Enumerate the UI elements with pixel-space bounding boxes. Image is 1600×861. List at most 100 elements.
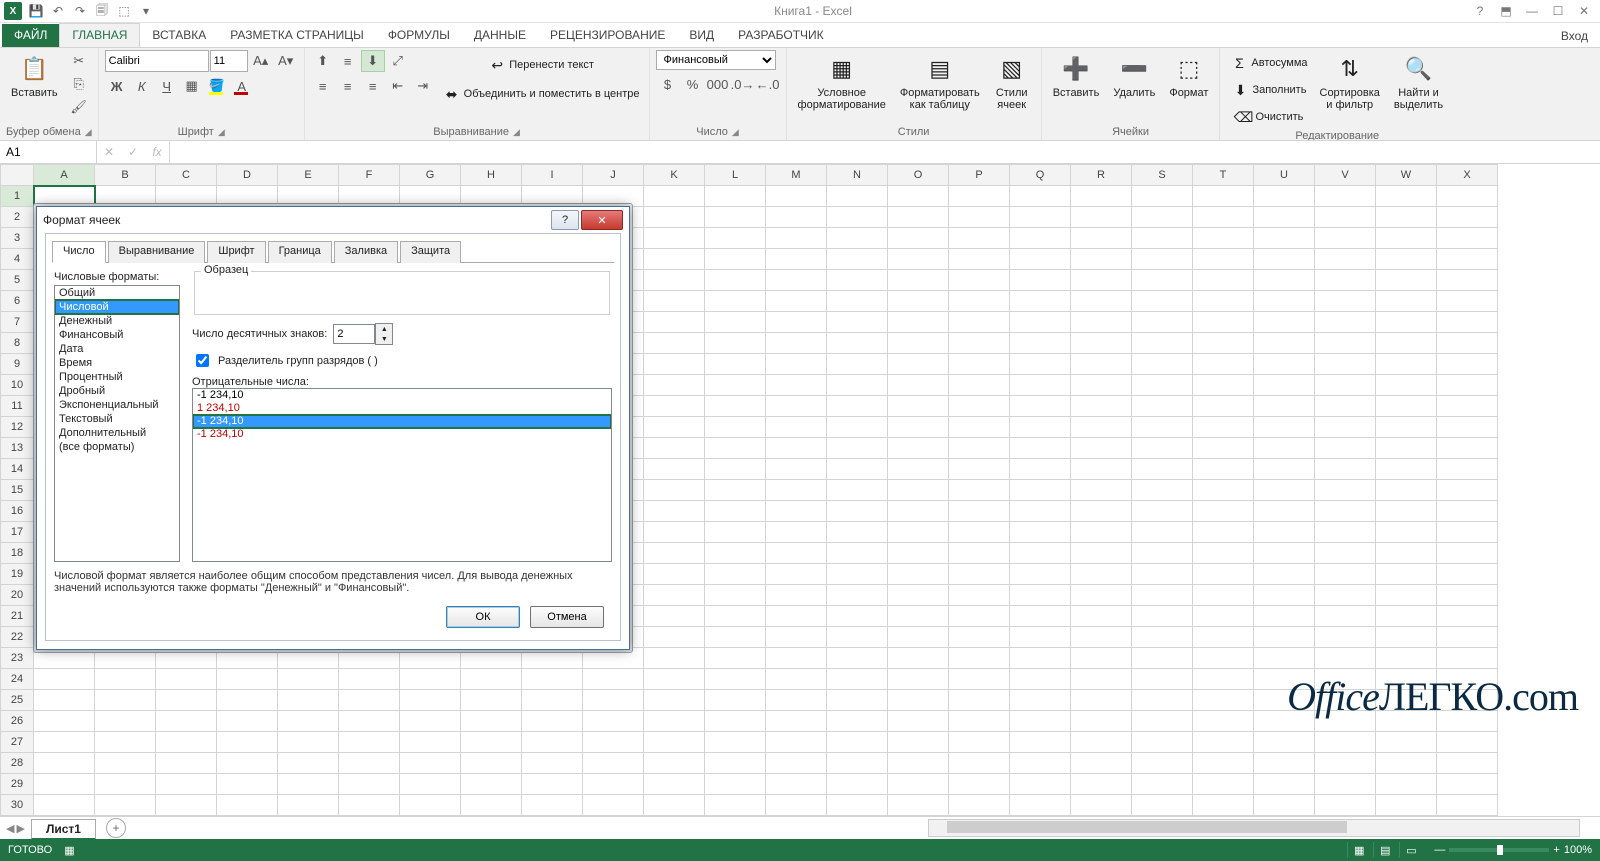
ribbon-toggle-icon[interactable]: ⬒: [1494, 2, 1518, 20]
spin-down-icon[interactable]: ▼: [376, 334, 392, 344]
sort-filter-button[interactable]: ⇅Сортировка и фильтр: [1315, 50, 1385, 114]
undo-icon[interactable]: ↶: [50, 3, 66, 19]
comma-icon[interactable]: 000: [706, 73, 730, 95]
minimize-icon[interactable]: —: [1520, 2, 1544, 20]
tab-layout[interactable]: РАЗМЕТКА СТРАНИЦЫ: [218, 24, 376, 47]
font-color-button[interactable]: A: [230, 75, 254, 97]
align-bottom-icon[interactable]: ⬇: [361, 50, 385, 72]
cancel-icon[interactable]: ✕: [97, 145, 121, 159]
maximize-icon[interactable]: ☐: [1546, 2, 1570, 20]
category-list[interactable]: ОбщийЧисловойДенежныйФинансовыйДатаВремя…: [54, 285, 180, 562]
signin-link[interactable]: Вход: [1549, 25, 1600, 47]
font-size-input[interactable]: [210, 50, 248, 72]
view-break-icon[interactable]: ▭: [1399, 842, 1422, 858]
thousands-sep-checkbox[interactable]: [196, 354, 209, 367]
delete-button[interactable]: ➖Удалить: [1108, 50, 1160, 102]
name-box-input[interactable]: [4, 144, 92, 160]
inc-decimal-icon[interactable]: .0→: [731, 73, 755, 95]
percent-icon[interactable]: %: [681, 73, 705, 95]
align-right-icon[interactable]: ≡: [361, 75, 385, 97]
dialog-titlebar[interactable]: Формат ячеек ? ✕: [37, 207, 629, 233]
sheet-nav-next-icon[interactable]: ▶: [16, 822, 24, 835]
dialog-launcher-icon[interactable]: ◢: [732, 127, 739, 138]
merge-center-button[interactable]: ⬌Объединить и поместить в центре: [439, 81, 643, 107]
dialog-launcher-icon[interactable]: ◢: [85, 127, 92, 138]
zoom-in-icon[interactable]: +: [1553, 844, 1559, 856]
sheet-nav-prev-icon[interactable]: ◀: [6, 822, 14, 835]
category-item[interactable]: Дополнительный: [55, 426, 179, 440]
dialog-launcher-icon[interactable]: ◢: [218, 127, 225, 138]
view-layout-icon[interactable]: ▤: [1373, 842, 1396, 858]
fill-color-button[interactable]: 🪣: [205, 75, 229, 97]
align-center-icon[interactable]: ≡: [336, 75, 360, 97]
qat-more-icon[interactable]: ▾: [138, 3, 154, 19]
dec-decimal-icon[interactable]: ←.0: [756, 73, 780, 95]
macro-icon[interactable]: ▦: [64, 844, 74, 857]
category-item[interactable]: Текстовый: [55, 412, 179, 426]
tab-review[interactable]: РЕЦЕНЗИРОВАНИЕ: [538, 24, 677, 47]
dlg-tab-fill[interactable]: Заливка: [334, 241, 398, 263]
cut-icon[interactable]: ✂: [67, 50, 91, 72]
format-painter-icon[interactable]: 🖌: [67, 96, 91, 118]
copy-icon[interactable]: ⎘: [67, 73, 91, 95]
save-icon[interactable]: 💾: [28, 3, 44, 19]
horizontal-scrollbar[interactable]: [928, 819, 1580, 837]
increase-font-icon[interactable]: A▴: [249, 50, 273, 72]
tab-file[interactable]: ФАЙЛ: [2, 24, 59, 47]
border-button[interactable]: ▦: [180, 75, 204, 97]
align-top-icon[interactable]: ⬆: [311, 50, 335, 72]
category-item[interactable]: Денежный: [55, 314, 179, 328]
close-icon[interactable]: ✕: [1572, 2, 1596, 20]
negatives-list[interactable]: -1 234,101 234,10-1 234,10-1 234,10: [192, 388, 612, 562]
decimals-spinner[interactable]: ▲▼: [333, 323, 393, 345]
tab-insert[interactable]: ВСТАВКА: [140, 24, 218, 47]
bold-button[interactable]: Ж: [105, 75, 129, 97]
negative-item[interactable]: -1 234,10: [193, 389, 611, 402]
tab-home[interactable]: ГЛАВНАЯ: [59, 23, 140, 48]
category-item[interactable]: Дробный: [55, 384, 179, 398]
format-button[interactable]: ⬚Формат: [1164, 50, 1213, 102]
category-item[interactable]: Время: [55, 356, 179, 370]
currency-icon[interactable]: $: [656, 73, 680, 95]
orientation-icon[interactable]: ⤢: [386, 50, 410, 72]
category-item[interactable]: Числовой: [55, 300, 179, 314]
touch-icon[interactable]: ⬚: [116, 3, 132, 19]
negative-item[interactable]: -1 234,10: [193, 415, 611, 428]
tab-developer[interactable]: РАЗРАБОТЧИК: [726, 24, 836, 47]
category-item[interactable]: Общий: [55, 286, 179, 300]
view-normal-icon[interactable]: ▦: [1347, 842, 1370, 858]
category-item[interactable]: Дата: [55, 342, 179, 356]
dlg-tab-alignment[interactable]: Выравнивание: [108, 241, 206, 263]
name-box[interactable]: [0, 141, 97, 163]
align-middle-icon[interactable]: ≡: [336, 50, 360, 72]
formula-input[interactable]: [170, 141, 1600, 163]
category-item[interactable]: Финансовый: [55, 328, 179, 342]
cell-styles-button[interactable]: ▧Стили ячеек: [989, 50, 1035, 114]
dialog-close-button[interactable]: ✕: [581, 210, 623, 230]
zoom-out-icon[interactable]: —: [1434, 844, 1445, 856]
autosum-button[interactable]: ΣАвтосумма: [1226, 50, 1310, 76]
dlg-tab-border[interactable]: Граница: [268, 241, 332, 263]
preview-icon[interactable]: 🗐: [94, 3, 110, 19]
category-item[interactable]: Экспоненциальный: [55, 398, 179, 412]
decimals-input[interactable]: [333, 324, 375, 344]
fx-icon[interactable]: fx: [145, 145, 169, 159]
zoom-label[interactable]: 100%: [1564, 844, 1592, 856]
find-select-button[interactable]: 🔍Найти и выделить: [1389, 50, 1448, 114]
fill-button[interactable]: ⬇Заполнить: [1226, 77, 1310, 103]
inc-indent-icon[interactable]: ⇥: [411, 75, 435, 97]
insert-button[interactable]: ➕Вставить: [1048, 50, 1105, 102]
underline-button[interactable]: Ч: [155, 75, 179, 97]
number-format-select[interactable]: Финансовый: [656, 50, 776, 70]
spin-up-icon[interactable]: ▲: [376, 324, 392, 334]
negative-item[interactable]: 1 234,10: [193, 402, 611, 415]
enter-icon[interactable]: ✓: [121, 145, 145, 159]
decrease-font-icon[interactable]: A▾: [274, 50, 298, 72]
dlg-tab-number[interactable]: Число: [52, 241, 106, 263]
dec-indent-icon[interactable]: ⇤: [386, 75, 410, 97]
tab-view[interactable]: ВИД: [677, 24, 726, 47]
italic-button[interactable]: К: [130, 75, 154, 97]
align-left-icon[interactable]: ≡: [311, 75, 335, 97]
dialog-launcher-icon[interactable]: ◢: [513, 127, 520, 138]
dlg-tab-font[interactable]: Шрифт: [207, 241, 265, 263]
